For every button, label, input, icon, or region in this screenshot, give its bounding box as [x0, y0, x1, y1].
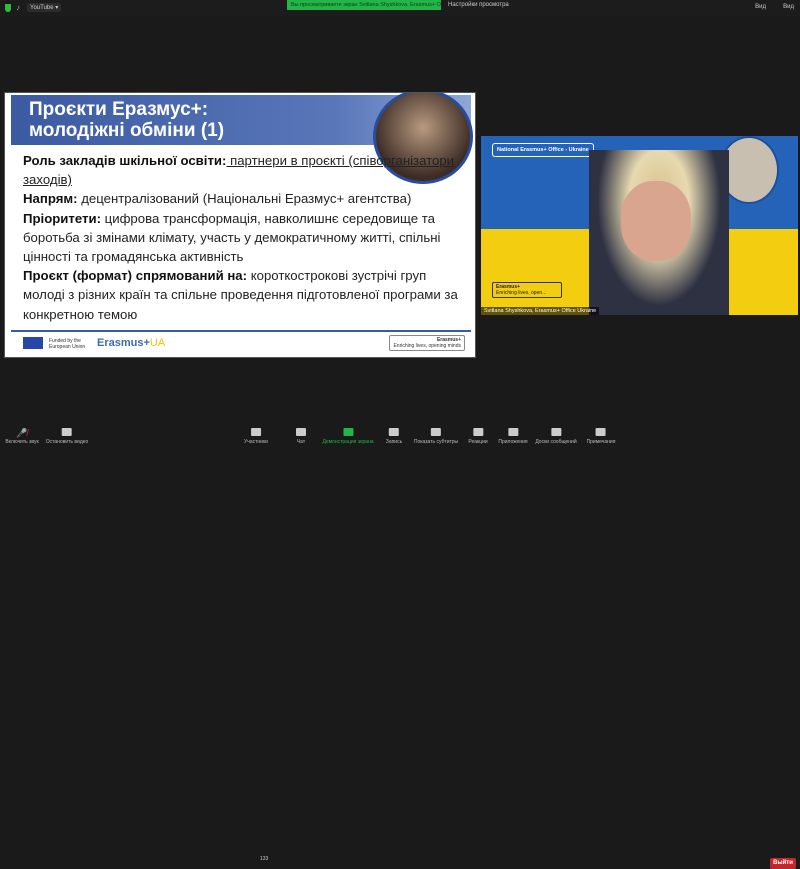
notes-button[interactable]: Примечания [587, 428, 615, 445]
video-camera-icon [61, 428, 72, 436]
notes-icon [596, 428, 606, 436]
slide-title-line1: Проєкти Еразмус+: [29, 99, 209, 120]
muted-mic-icon: 🎤̸ [16, 428, 28, 438]
apps-button[interactable]: Приложения [498, 428, 528, 445]
eu-flag-icon [23, 337, 43, 349]
meeting-toolbar: 🎤̸ Включить звук Остановить видео Участни… [0, 425, 800, 869]
leave-button[interactable]: Выйти [770, 858, 796, 869]
share-screen-button[interactable]: Демонстрация экрана [322, 428, 374, 445]
label-role: Роль закладів шкільної освіти: [23, 153, 227, 168]
chat-button[interactable]: Чат [296, 428, 306, 445]
shared-screen-slide: Проєкти Еразмус+: молодіжні обміни (1) Ро… [4, 92, 476, 358]
participants-icon [250, 428, 261, 436]
participants-count: 133 [260, 856, 269, 862]
label-direction: Напрям: [23, 191, 78, 207]
cc-icon [431, 428, 441, 436]
apps-icon [507, 428, 518, 436]
slide-footer: Funded by the European Union Erasmus+UA … [11, 330, 471, 354]
chat-icon [296, 428, 306, 436]
view-button[interactable]: Вид [755, 4, 766, 10]
captions-button[interactable]: Показать субтитры [414, 428, 458, 445]
speaker-name: Svitlana Shyshkova, Erasmus+ Office Ukra… [481, 307, 600, 315]
view-settings-button[interactable]: Настройки просмотра [448, 2, 509, 8]
label-priorities: Пріоритети: [23, 210, 101, 226]
reactions-button[interactable]: Реакции [468, 428, 488, 445]
erasmus-ua-logo: Erasmus+UA [97, 337, 166, 349]
erasmus-logo: Erasmus+ Enriching lives, opening minds [389, 335, 465, 351]
stop-video-button[interactable]: Остановить видео [46, 428, 88, 445]
text-direction: децентралізований (Національні Еразмус+ … [77, 191, 412, 207]
speaker-video[interactable]: National Erasmus+ Office - Ukraine Erasm… [481, 136, 798, 315]
top-bar: ♪ YouTube ▾ Вы просматриваете экран Svit… [0, 0, 800, 16]
record-icon [389, 428, 399, 436]
shield-icon[interactable] [5, 4, 11, 12]
slide-body: Роль закладів шкільної освіти: партнери … [23, 151, 463, 324]
label-format: Проєкт (формат) спрямований на: [23, 268, 248, 284]
unmute-button[interactable]: 🎤̸ Включить звук [5, 428, 38, 445]
erasmus-box: Erasmus+ Enriching lives, open... [492, 282, 562, 298]
participants-button[interactable]: Участники [244, 428, 268, 445]
reaction-icon [472, 428, 483, 436]
office-badge: National Erasmus+ Office - Ukraine [492, 143, 594, 157]
audio-off-icon[interactable]: ♪ [16, 3, 20, 12]
funded-by-eu: Funded by the European Union [49, 338, 86, 350]
slide-title-line2: молодіжні обміни (1) [29, 120, 225, 141]
source-dropdown[interactable]: YouTube ▾ [27, 3, 62, 12]
whiteboards-button[interactable]: Доски сообщений [535, 428, 577, 445]
share-screen-icon [343, 428, 353, 436]
record-button[interactable]: Запись [386, 428, 402, 445]
fullscreen-button[interactable]: Вид [783, 4, 794, 10]
sharing-banner: Вы просматриваете экран Svitlana Shyshko… [287, 0, 441, 10]
whiteboard-icon [550, 428, 561, 436]
speaker-face [621, 181, 691, 261]
